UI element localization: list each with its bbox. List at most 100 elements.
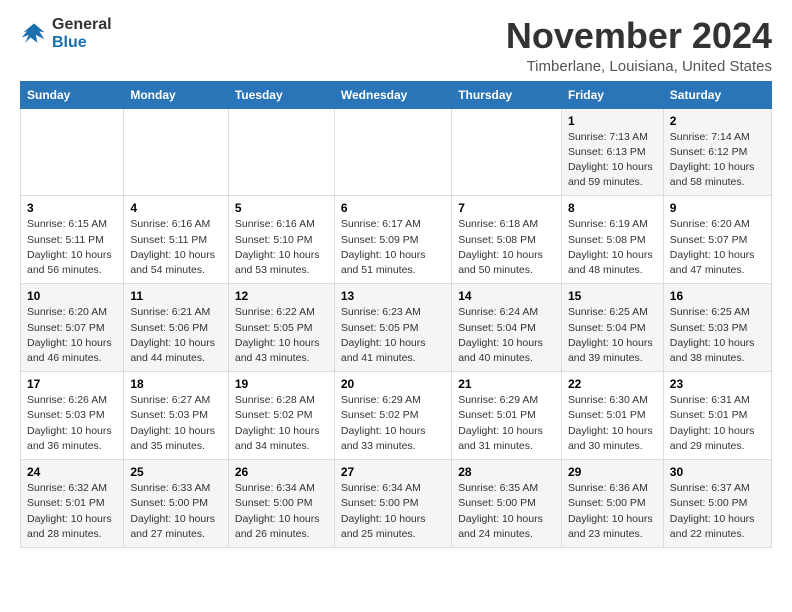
calendar-cell: 19Sunrise: 6:28 AM Sunset: 5:02 PM Dayli… <box>228 372 334 460</box>
title-area: November 2024 Timberlane, Louisiana, Uni… <box>506 16 772 75</box>
day-info: Sunrise: 6:20 AM Sunset: 5:07 PM Dayligh… <box>27 305 117 366</box>
day-number: 26 <box>235 465 328 479</box>
calendar-week-5: 24Sunrise: 6:32 AM Sunset: 5:01 PM Dayli… <box>21 460 772 548</box>
day-info: Sunrise: 6:17 AM Sunset: 5:09 PM Dayligh… <box>341 217 445 278</box>
calendar-body: 1 Sunrise: 7:13 AM Sunset: 6:13 PM Daylig… <box>21 108 772 547</box>
day-info: Sunrise: 6:23 AM Sunset: 5:05 PM Dayligh… <box>341 305 445 366</box>
day-number: 1 <box>568 114 657 128</box>
day-number: 19 <box>235 377 328 391</box>
logo-text: General Blue <box>52 16 112 53</box>
day-number: 2 <box>670 114 765 128</box>
calendar-cell: 20 Sunrise: 6:29 AM Sunset: 5:02 PM Dayli… <box>334 372 451 460</box>
calendar-week-3: 10 Sunrise: 6:20 AM Sunset: 5:07 PM Dayli… <box>21 284 772 372</box>
col-thursday: Thursday <box>452 81 562 108</box>
logo-icon <box>20 20 48 48</box>
col-friday: Friday <box>561 81 663 108</box>
calendar-cell: 23 Sunrise: 6:31 AM Sunset: 5:01 PM Dayli… <box>663 372 771 460</box>
day-info: Sunrise: 6:27 AM Sunset: 5:03 PM Dayligh… <box>130 393 222 454</box>
logo: General Blue <box>20 16 112 53</box>
header: General Blue November 2024 Timberlane, L… <box>20 16 772 75</box>
calendar-cell: 9 Sunrise: 6:20 AM Sunset: 5:07 PM Daylig… <box>663 196 771 284</box>
calendar-cell <box>452 108 562 196</box>
day-number: 30 <box>670 465 765 479</box>
day-number: 15 <box>568 289 657 303</box>
day-info: Sunrise: 6:33 AM Sunset: 5:00 PM Dayligh… <box>130 481 222 542</box>
calendar-cell: 10 Sunrise: 6:20 AM Sunset: 5:07 PM Dayli… <box>21 284 124 372</box>
day-info: Sunrise: 6:34 AM Sunset: 5:00 PM Dayligh… <box>235 481 328 542</box>
calendar-cell: 5Sunrise: 6:16 AM Sunset: 5:10 PM Daylig… <box>228 196 334 284</box>
day-info: Sunrise: 7:14 AM Sunset: 6:12 PM Dayligh… <box>670 130 765 191</box>
day-number: 10 <box>27 289 117 303</box>
day-info: Sunrise: 6:18 AM Sunset: 5:08 PM Dayligh… <box>458 217 555 278</box>
calendar-cell <box>334 108 451 196</box>
day-number: 11 <box>130 289 222 303</box>
day-number: 4 <box>130 201 222 215</box>
day-info: Sunrise: 6:37 AM Sunset: 5:00 PM Dayligh… <box>670 481 765 542</box>
col-monday: Monday <box>124 81 229 108</box>
day-info: Sunrise: 6:32 AM Sunset: 5:01 PM Dayligh… <box>27 481 117 542</box>
day-info: Sunrise: 6:25 AM Sunset: 5:04 PM Dayligh… <box>568 305 657 366</box>
calendar-cell: 2 Sunrise: 7:14 AM Sunset: 6:12 PM Daylig… <box>663 108 771 196</box>
day-info: Sunrise: 6:19 AM Sunset: 5:08 PM Dayligh… <box>568 217 657 278</box>
calendar-week-1: 1 Sunrise: 7:13 AM Sunset: 6:13 PM Daylig… <box>21 108 772 196</box>
day-info: Sunrise: 6:29 AM Sunset: 5:02 PM Dayligh… <box>341 393 445 454</box>
day-info: Sunrise: 6:31 AM Sunset: 5:01 PM Dayligh… <box>670 393 765 454</box>
day-info: Sunrise: 6:30 AM Sunset: 5:01 PM Dayligh… <box>568 393 657 454</box>
day-number: 29 <box>568 465 657 479</box>
calendar-cell: 27 Sunrise: 6:34 AM Sunset: 5:00 PM Dayli… <box>334 460 451 548</box>
day-number: 17 <box>27 377 117 391</box>
day-info: Sunrise: 6:25 AM Sunset: 5:03 PM Dayligh… <box>670 305 765 366</box>
day-info: Sunrise: 7:13 AM Sunset: 6:13 PM Dayligh… <box>568 130 657 191</box>
day-info: Sunrise: 6:24 AM Sunset: 5:04 PM Dayligh… <box>458 305 555 366</box>
day-info: Sunrise: 6:21 AM Sunset: 5:06 PM Dayligh… <box>130 305 222 366</box>
calendar-cell: 11 Sunrise: 6:21 AM Sunset: 5:06 PM Dayli… <box>124 284 229 372</box>
calendar-cell: 3 Sunrise: 6:15 AM Sunset: 5:11 PM Daylig… <box>21 196 124 284</box>
day-number: 9 <box>670 201 765 215</box>
calendar-cell: 30 Sunrise: 6:37 AM Sunset: 5:00 PM Dayli… <box>663 460 771 548</box>
calendar-cell <box>21 108 124 196</box>
calendar-cell: 16 Sunrise: 6:25 AM Sunset: 5:03 PM Dayli… <box>663 284 771 372</box>
calendar-week-2: 3 Sunrise: 6:15 AM Sunset: 5:11 PM Daylig… <box>21 196 772 284</box>
calendar-cell: 29 Sunrise: 6:36 AM Sunset: 5:00 PM Dayli… <box>561 460 663 548</box>
col-saturday: Saturday <box>663 81 771 108</box>
day-number: 16 <box>670 289 765 303</box>
calendar-cell: 17Sunrise: 6:26 AM Sunset: 5:03 PM Dayli… <box>21 372 124 460</box>
day-number: 3 <box>27 201 117 215</box>
calendar-table: Sunday Monday Tuesday Wednesday Thursday… <box>20 81 772 548</box>
calendar-cell: 21Sunrise: 6:29 AM Sunset: 5:01 PM Dayli… <box>452 372 562 460</box>
calendar-cell: 26 Sunrise: 6:34 AM Sunset: 5:00 PM Dayli… <box>228 460 334 548</box>
day-info: Sunrise: 6:20 AM Sunset: 5:07 PM Dayligh… <box>670 217 765 278</box>
day-number: 23 <box>670 377 765 391</box>
day-info: Sunrise: 6:36 AM Sunset: 5:00 PM Dayligh… <box>568 481 657 542</box>
calendar-cell: 7Sunrise: 6:18 AM Sunset: 5:08 PM Daylig… <box>452 196 562 284</box>
col-tuesday: Tuesday <box>228 81 334 108</box>
day-number: 18 <box>130 377 222 391</box>
calendar-cell: 25 Sunrise: 6:33 AM Sunset: 5:00 PM Dayli… <box>124 460 229 548</box>
day-info: Sunrise: 6:35 AM Sunset: 5:00 PM Dayligh… <box>458 481 555 542</box>
day-number: 21 <box>458 377 555 391</box>
calendar-cell: 1 Sunrise: 7:13 AM Sunset: 6:13 PM Daylig… <box>561 108 663 196</box>
day-info: Sunrise: 6:15 AM Sunset: 5:11 PM Dayligh… <box>27 217 117 278</box>
day-number: 27 <box>341 465 445 479</box>
calendar-cell: 22 Sunrise: 6:30 AM Sunset: 5:01 PM Dayli… <box>561 372 663 460</box>
day-number: 6 <box>341 201 445 215</box>
day-info: Sunrise: 6:34 AM Sunset: 5:00 PM Dayligh… <box>341 481 445 542</box>
calendar-cell: 18 Sunrise: 6:27 AM Sunset: 5:03 PM Dayli… <box>124 372 229 460</box>
col-sunday: Sunday <box>21 81 124 108</box>
day-number: 28 <box>458 465 555 479</box>
day-number: 8 <box>568 201 657 215</box>
calendar-cell: 8 Sunrise: 6:19 AM Sunset: 5:08 PM Daylig… <box>561 196 663 284</box>
calendar-cell: 4 Sunrise: 6:16 AM Sunset: 5:11 PM Daylig… <box>124 196 229 284</box>
header-row: Sunday Monday Tuesday Wednesday Thursday… <box>21 81 772 108</box>
day-number: 14 <box>458 289 555 303</box>
calendar-cell: 15 Sunrise: 6:25 AM Sunset: 5:04 PM Dayli… <box>561 284 663 372</box>
calendar-week-4: 17Sunrise: 6:26 AM Sunset: 5:03 PM Dayli… <box>21 372 772 460</box>
day-number: 25 <box>130 465 222 479</box>
location-title: Timberlane, Louisiana, United States <box>506 58 772 75</box>
day-info: Sunrise: 6:16 AM Sunset: 5:10 PM Dayligh… <box>235 217 328 278</box>
day-number: 13 <box>341 289 445 303</box>
day-info: Sunrise: 6:16 AM Sunset: 5:11 PM Dayligh… <box>130 217 222 278</box>
day-number: 22 <box>568 377 657 391</box>
calendar-cell: 14 Sunrise: 6:24 AM Sunset: 5:04 PM Dayli… <box>452 284 562 372</box>
day-number: 20 <box>341 377 445 391</box>
